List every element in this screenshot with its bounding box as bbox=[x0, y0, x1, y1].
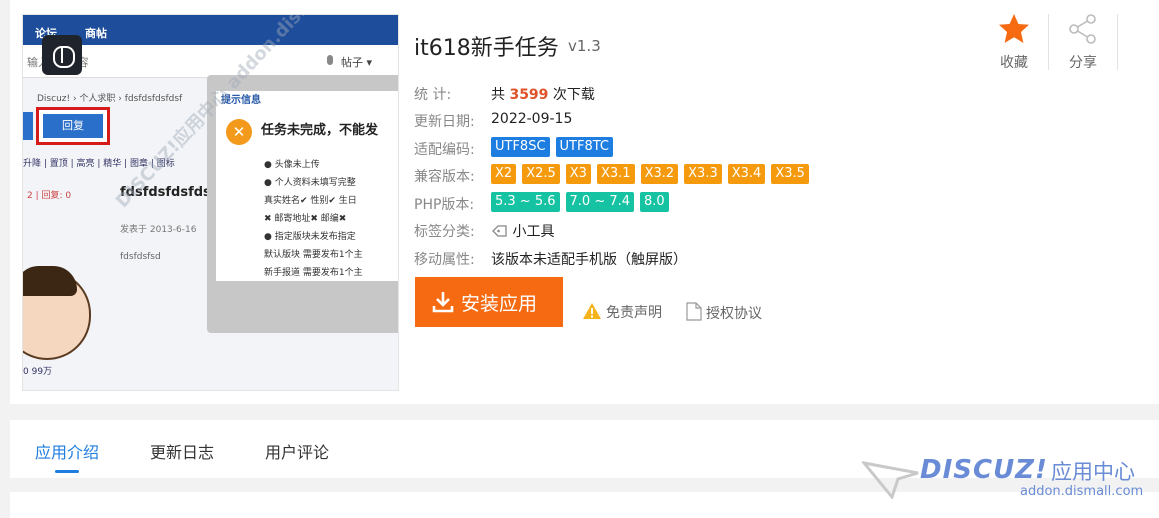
install-label: 安装应用 bbox=[461, 292, 538, 315]
install-button[interactable]: 安装应用 bbox=[415, 277, 563, 327]
tag-label: 标签分类: bbox=[414, 224, 475, 240]
tag-icon bbox=[492, 225, 507, 237]
preview-dialog-line: 真实姓名✔ 性别✔ 生日 bbox=[264, 196, 357, 206]
php-tag: 8.0 bbox=[640, 192, 669, 212]
preview-reply-button: 回复 bbox=[43, 114, 103, 138]
compat-label: 兼容版本: bbox=[414, 169, 475, 185]
updated-label: 更新日期: bbox=[414, 114, 475, 130]
warning-triangle-icon bbox=[583, 303, 601, 319]
stats-prefix: 共 bbox=[491, 87, 505, 103]
preview-search-scope: 帖子 ▾ bbox=[341, 56, 373, 69]
preview-dialog-line: ● 个人资料未填写完整 bbox=[264, 178, 356, 188]
mobile-value: 该版本未适配手机版（触屏版） bbox=[491, 252, 687, 268]
updated-value: 2022-09-15 bbox=[491, 111, 573, 127]
mobile-label: 移动属性: bbox=[414, 252, 475, 268]
preview-avatar bbox=[23, 266, 91, 360]
license-label: 授权协议 bbox=[706, 306, 762, 322]
compat-tag: X3 bbox=[565, 164, 591, 184]
compat-tags: X2 X2.5 X3 X3.1 X3.2 X3.3 X3.4 X3.5 bbox=[491, 164, 815, 184]
tab-changelog[interactable]: 更新日志 bbox=[150, 439, 214, 463]
php-tags: 5.3 ~ 5.6 7.0 ~ 7.4 8.0 bbox=[491, 192, 675, 212]
compat-tag: X2.5 bbox=[522, 164, 560, 184]
favorite-label: 收藏 bbox=[1000, 55, 1028, 71]
compat-tag: X2 bbox=[491, 164, 517, 184]
app-version: v1.3 bbox=[568, 37, 601, 55]
compat-tag: X3.5 bbox=[771, 164, 809, 184]
active-tab-indicator bbox=[55, 470, 79, 473]
preview-dialog-message: 任务未完成，不能发 bbox=[261, 123, 379, 138]
preview-stats: 2 | 回复: 0 bbox=[27, 191, 72, 201]
mic-icon bbox=[327, 55, 333, 65]
star-icon bbox=[999, 14, 1029, 43]
action-divider bbox=[1117, 14, 1118, 70]
dismall-logo: DISCUZ! 应用中心 addon.dismall.com bbox=[862, 453, 1159, 503]
preview-post-meta: 发表于 2013-6-16 bbox=[120, 225, 197, 235]
php-tag: 7.0 ~ 7.4 bbox=[565, 192, 635, 212]
preview-dialog-line: 新手报道 需要发布1个主 bbox=[264, 268, 363, 278]
disclaimer-label: 免责声明 bbox=[606, 305, 662, 321]
preview-dialog-line: ● 指定版块未发布指定 bbox=[264, 232, 356, 242]
tab-intro[interactable]: 应用介绍 bbox=[35, 439, 99, 463]
stats-value: 共 3599 次下载 bbox=[491, 84, 595, 104]
tab-reviews[interactable]: 用户评论 bbox=[265, 439, 329, 463]
download-count: 3599 bbox=[509, 87, 549, 103]
compat-tag: X3.3 bbox=[684, 164, 722, 184]
stats-suffix: 次下载 bbox=[552, 87, 595, 103]
php-tag: 5.3 ~ 5.6 bbox=[491, 192, 560, 212]
encoding-tags: UTF8SC UTF8TC bbox=[491, 137, 619, 157]
php-label: PHP版本: bbox=[414, 197, 475, 213]
compat-tag: X3.4 bbox=[727, 164, 766, 184]
logo-brand-cn: 应用中心 bbox=[1051, 460, 1135, 484]
encoding-label: 适配编码: bbox=[414, 142, 475, 158]
encoding-tag: UTF8TC bbox=[555, 137, 614, 157]
preview-counts: 0 99万 bbox=[23, 367, 53, 377]
compat-tag: X3.1 bbox=[596, 164, 635, 184]
preview-post-body: fdsfdsfsd bbox=[120, 252, 161, 262]
brain-icon bbox=[42, 35, 82, 75]
logo-brand: DISCUZ! bbox=[920, 455, 1048, 485]
preview-tab-shop: 商帖 bbox=[85, 27, 107, 40]
avatar-hair bbox=[23, 266, 77, 296]
tag-value[interactable]: 小工具 bbox=[492, 221, 554, 241]
logo-domain: addon.dismall.com bbox=[1020, 484, 1144, 499]
disclaimer-link[interactable]: 免责声明 bbox=[582, 302, 662, 322]
preview-blue-bar bbox=[23, 112, 33, 140]
license-link[interactable]: 授权协议 bbox=[686, 302, 762, 323]
preview-dialog-line: ● 头像未上传 bbox=[264, 160, 320, 170]
document-icon bbox=[686, 302, 702, 321]
share-icon bbox=[1069, 14, 1096, 44]
compat-tag: X3.2 bbox=[640, 164, 679, 184]
share-label: 分享 bbox=[1069, 55, 1097, 71]
preview-reply-highlight: 回复 bbox=[36, 107, 110, 145]
preview-dialog-line: ✖ 邮寄地址✖ 邮编✖ bbox=[264, 214, 347, 224]
download-icon bbox=[432, 292, 454, 313]
arrow-logo-icon bbox=[862, 461, 919, 499]
preview-dialog: 提示信息 ✕ 任务未完成，不能发 ● 头像未上传 ● 个人资料未填写完整 真实姓… bbox=[207, 75, 398, 333]
tag-value-text: 小工具 bbox=[512, 224, 555, 240]
preview-breadcrumb: Discuz! › 个人求职 › fdsfdsfdsfdsf bbox=[37, 94, 183, 104]
preview-dialog-line: 默认版块 需要发布1个主 bbox=[264, 250, 363, 260]
stats-label: 统 计: bbox=[414, 87, 452, 103]
encoding-tag: UTF8SC bbox=[491, 137, 550, 157]
app-title: it618新手任务 bbox=[414, 36, 559, 61]
action-divider bbox=[1048, 14, 1049, 70]
warning-icon: ✕ bbox=[226, 119, 252, 145]
